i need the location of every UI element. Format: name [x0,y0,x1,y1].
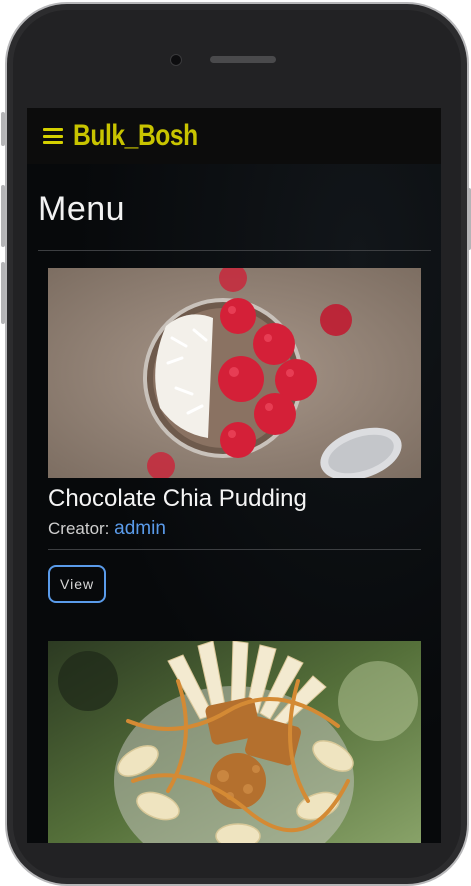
creator-link[interactable]: admin [114,518,166,539]
recipe-image-banana-dessert[interactable] [48,641,421,843]
side-button-volume-up [1,185,5,247]
top-navbar: Bulk_Bosh [27,108,441,164]
page-title: Menu [38,190,126,228]
front-camera [170,54,182,66]
card-divider [48,549,421,550]
recipe-image-chia-pudding[interactable] [48,268,421,478]
side-button-volume-down [1,262,5,324]
recipe-creator: Creator: admin [48,518,421,540]
earpiece-speaker [210,56,276,63]
title-divider [38,250,431,251]
brand-logo[interactable]: Bulk_Bosh [73,108,198,164]
recipe-card [48,641,421,843]
hamburger-menu-icon[interactable] [43,128,63,144]
view-recipe-button[interactable]: View [48,565,107,603]
creator-label: Creator: [48,519,110,538]
recipe-title: Chocolate Chia Pudding [48,485,307,512]
side-button-mute [1,112,5,146]
recipe-card: Chocolate Chia Pudding Creator: admin Vi… [48,268,421,603]
app-screen: Bulk_Bosh Menu Chocolate Chia Pudding Cr… [27,108,441,843]
side-button-power [467,188,471,250]
